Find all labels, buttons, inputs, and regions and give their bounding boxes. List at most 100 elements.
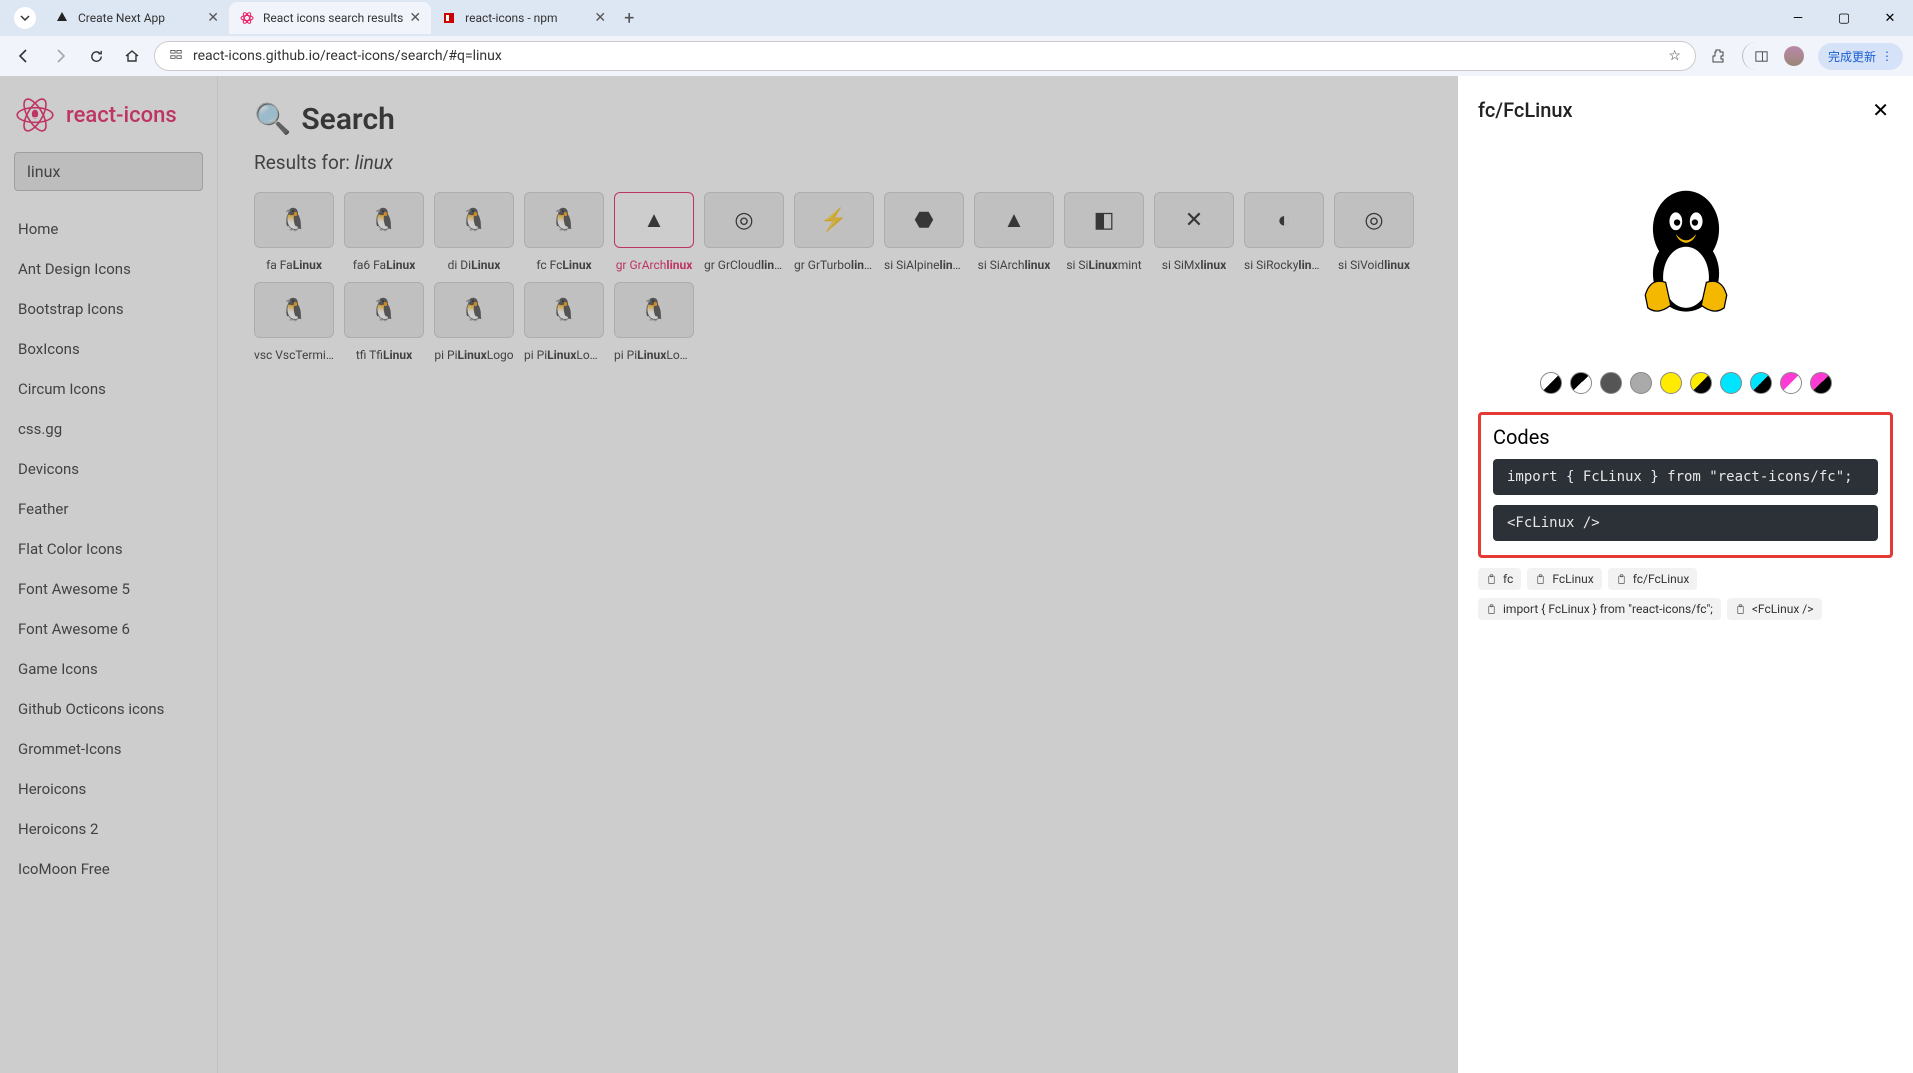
sidebar-item[interactable]: Devicons xyxy=(14,449,203,489)
icon-card[interactable]: ✕si SiMxlinux xyxy=(1154,192,1234,272)
icon-card[interactable]: ◧ si SiLinuxmint xyxy=(1064,192,1144,272)
icon-label: gr GrTurbolinux xyxy=(794,258,874,272)
sidebar-item[interactable]: Bootstrap Icons xyxy=(14,289,203,329)
back-button[interactable] xyxy=(10,42,38,70)
icon-card[interactable]: 🐧 fa FaLinux xyxy=(254,192,334,272)
side-panel-icon[interactable] xyxy=(1742,42,1770,70)
sidebar-item[interactable]: Game Icons xyxy=(14,649,203,689)
search-input[interactable] xyxy=(14,152,203,191)
icon-label: si SiLinuxmint xyxy=(1066,258,1141,272)
copy-chip[interactable]: <FcLinux /> xyxy=(1727,598,1822,620)
tab-favicon-icon xyxy=(239,10,255,26)
sidebar-item[interactable]: Font Awesome 6 xyxy=(14,609,203,649)
icon-card[interactable]: ◎ gr GrCloudlinux xyxy=(704,192,784,272)
sidebar-item[interactable]: Heroicons xyxy=(14,769,203,809)
sidebar-item[interactable]: Home xyxy=(14,209,203,249)
icon-card[interactable]: 🐧fc FcLinux xyxy=(524,192,604,272)
chip-text: import { FcLinux } from "react-icons/fc"… xyxy=(1503,602,1713,616)
icon-card[interactable]: ⬣si SiAlpinelinux xyxy=(884,192,964,272)
window-maximize[interactable]: ▢ xyxy=(1821,2,1867,34)
icon-card[interactable]: ▲gr GrArchlinux xyxy=(614,192,694,272)
update-chrome-button[interactable]: 完成更新 ⋮ xyxy=(1818,43,1903,70)
icon-card[interactable]: ◐si SiRockylinux xyxy=(1244,192,1324,272)
sidebar-item[interactable]: Flat Color Icons xyxy=(14,529,203,569)
icon-glyph: 🐧 xyxy=(344,282,424,338)
panel-close-button[interactable]: ✕ xyxy=(1872,98,1889,122)
sidebar-item[interactable]: BoxIcons xyxy=(14,329,203,369)
icon-glyph: 🐧 xyxy=(524,192,604,248)
copy-chip[interactable]: import { FcLinux } from "react-icons/fc"… xyxy=(1478,598,1721,620)
icon-glyph: 🐧 xyxy=(524,282,604,338)
code-jsx-line[interactable]: <FcLinux /> xyxy=(1493,505,1878,541)
color-swatch[interactable] xyxy=(1660,372,1682,394)
tab-favicon-icon xyxy=(54,10,70,26)
icon-card[interactable]: 🐧fa6 FaLinux xyxy=(344,192,424,272)
site-settings-icon[interactable] xyxy=(169,47,183,65)
bookmark-icon[interactable]: ☆ xyxy=(1668,48,1681,64)
browser-tab[interactable]: Create Next App✕ xyxy=(44,2,229,34)
code-import-line[interactable]: import { FcLinux } from "react-icons/fc"… xyxy=(1493,459,1878,495)
sidebar-item[interactable]: IcoMoon Free xyxy=(14,849,203,889)
browser-tab[interactable]: react-icons - npm✕ xyxy=(431,2,616,34)
color-swatch[interactable] xyxy=(1720,372,1742,394)
color-swatch[interactable] xyxy=(1780,372,1802,394)
color-swatch[interactable] xyxy=(1570,372,1592,394)
color-swatch[interactable] xyxy=(1540,372,1562,394)
color-swatch[interactable] xyxy=(1630,372,1652,394)
sidebar-item[interactable]: Github Octicons icons xyxy=(14,689,203,729)
color-swatch[interactable] xyxy=(1600,372,1622,394)
icon-label: pi PiLinuxLogoBold xyxy=(524,348,604,362)
copy-chip[interactable]: fc xyxy=(1478,568,1521,590)
window-close[interactable]: ✕ xyxy=(1867,2,1913,34)
extensions-icon[interactable] xyxy=(1704,42,1732,70)
codes-heading: Codes xyxy=(1493,425,1878,449)
copy-chip[interactable]: FcLinux xyxy=(1527,568,1601,590)
brand-row[interactable]: react-icons xyxy=(14,94,203,136)
icon-card[interactable]: 🐧di DiLinux xyxy=(434,192,514,272)
sidebar-item[interactable]: Feather xyxy=(14,489,203,529)
reload-button[interactable] xyxy=(82,42,110,70)
icon-card[interactable]: ▲si SiArchlinux xyxy=(974,192,1054,272)
tab-close-icon[interactable]: ✕ xyxy=(594,10,606,26)
icon-card[interactable]: 🐧pi PiLinuxLogoDuotone xyxy=(614,282,694,362)
profile-avatar[interactable] xyxy=(1780,42,1808,70)
forward-button[interactable] xyxy=(46,42,74,70)
sidebar-item[interactable]: Ant Design Icons xyxy=(14,249,203,289)
window-minimize[interactable]: — xyxy=(1775,2,1821,34)
color-swatch[interactable] xyxy=(1690,372,1712,394)
new-tab-button[interactable]: + xyxy=(624,8,634,29)
sidebar-item[interactable]: Font Awesome 5 xyxy=(14,569,203,609)
icon-glyph: 🐧 xyxy=(254,192,334,248)
address-bar[interactable]: react-icons.github.io/react-icons/search… xyxy=(154,41,1696,71)
color-swatch[interactable] xyxy=(1750,372,1772,394)
icon-glyph: ◎ xyxy=(704,192,784,248)
icon-card[interactable]: 🐧 pi PiLinuxLogoBold xyxy=(524,282,604,362)
main-content: 🔍 Search Results for: linux 🐧fa FaLinux🐧… xyxy=(218,76,1458,1073)
icon-preview xyxy=(1478,138,1893,358)
icon-card[interactable]: 🐧pi PiLinuxLogo xyxy=(434,282,514,362)
color-swatch[interactable] xyxy=(1810,372,1832,394)
browser-tab[interactable]: React icons search results✕ xyxy=(229,2,431,34)
icon-label: fa FaLinux xyxy=(266,258,322,272)
tab-list-dropdown[interactable] xyxy=(14,7,36,29)
icon-label: gr GrCloudlinux xyxy=(704,258,784,272)
icon-card[interactable]: 🐧vsc VscTerminalLi xyxy=(254,282,334,362)
chip-text: fc/FcLinux xyxy=(1633,572,1690,586)
copy-chip[interactable]: fc/FcLinux xyxy=(1608,568,1698,590)
icon-glyph: ▲ xyxy=(614,192,694,248)
icon-card[interactable]: 🐧tfi TfiLinux xyxy=(344,282,424,362)
tab-close-icon[interactable]: ✕ xyxy=(207,10,219,26)
tab-close-icon[interactable]: ✕ xyxy=(409,10,421,26)
sidebar-item[interactable]: css.gg xyxy=(14,409,203,449)
chip-text: <FcLinux /> xyxy=(1752,602,1814,616)
icon-card[interactable]: ⚡ gr GrTurbolinux xyxy=(794,192,874,272)
icon-glyph: ▲ xyxy=(974,192,1054,248)
icon-glyph: ⚡ xyxy=(794,192,874,248)
icon-label: si SiRockylinux xyxy=(1244,258,1324,272)
sidebar-item[interactable]: Circum Icons xyxy=(14,369,203,409)
icon-card[interactable]: ◎si SiVoidlinux xyxy=(1334,192,1414,272)
sidebar-item[interactable]: Heroicons 2 xyxy=(14,809,203,849)
sidebar-item[interactable]: Grommet-Icons xyxy=(14,729,203,769)
icon-glyph: ◧ xyxy=(1064,192,1144,248)
home-button[interactable] xyxy=(118,42,146,70)
